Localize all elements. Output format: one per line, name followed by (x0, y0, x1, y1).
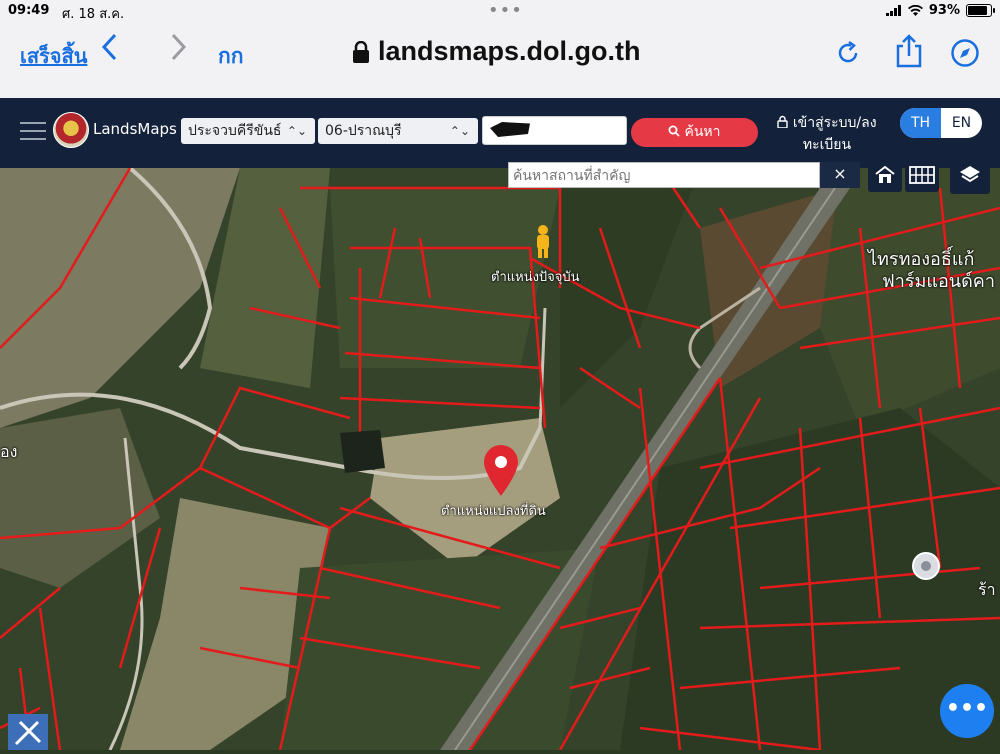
forward-button[interactable] (170, 32, 188, 70)
status-right: 93% (885, 3, 995, 18)
text-size-button[interactable]: กก (218, 40, 243, 73)
language-toggle[interactable]: TH EN (900, 108, 982, 138)
login-line2: ทะเบียน (802, 137, 852, 153)
menu-icon[interactable] (20, 122, 46, 142)
browser-toolbar: เสร็จสิ้น กก landsmaps.dol.go.th (0, 24, 1000, 99)
chevron-left-icon (101, 33, 117, 61)
battery-percent: 93% (928, 3, 960, 18)
place-search-close-button[interactable]: × (820, 162, 860, 188)
address-bar[interactable]: landsmaps.dol.go.th (352, 36, 641, 67)
share-button[interactable] (895, 34, 923, 72)
search-button-label: ค้นหา (684, 124, 721, 140)
ios-status-bar: 09:49 ศ. 18 ส.ค. ••• 93% (0, 0, 1000, 24)
measure-tool-button[interactable] (8, 714, 48, 750)
grid-icon (909, 166, 935, 184)
search-icon (668, 125, 681, 137)
landsmaps-header: LandsMaps ประจวบคีรีขันธ์ ⌃⌄ 06-ปราณบุรี… (0, 98, 1000, 168)
home-button[interactable] (868, 158, 902, 192)
done-button[interactable]: เสร็จสิ้น (20, 40, 87, 72)
poi-label-2: ฟาร์มแอนด์คา (882, 271, 995, 292)
place-search-input[interactable] (508, 162, 820, 188)
district-value: 06-ปราณบุรี (325, 123, 402, 139)
ruler-pencil-icon (14, 720, 42, 746)
province-value: ประจวบคีรีขันธ์ (188, 123, 282, 139)
lock-icon (777, 115, 789, 129)
signal-icon (885, 5, 901, 16)
grid-button[interactable] (905, 158, 939, 192)
status-date: ศ. 18 ส.ค. (62, 7, 125, 22)
layers-button[interactable] (950, 156, 990, 194)
edge-label-right: ร้า (978, 580, 996, 599)
url-text: landsmaps.dol.go.th (378, 36, 641, 66)
login-link[interactable]: เข้าสู่ระบบ/ลง ทะเบียน (772, 112, 882, 156)
login-line1: เข้าสู่ระบบ/ลง (792, 115, 877, 131)
reload-icon (838, 40, 858, 63)
select-caret-icon: ⌃⌄ (286, 124, 307, 138)
reload-button[interactable] (835, 40, 861, 70)
map-view[interactable]: ตำแหน่งปัจจุบัน ตำแหน่งแปลงที่ดิน ไทรทอง… (0, 168, 1000, 750)
chevron-right-icon (171, 33, 187, 61)
satellite-map[interactable] (0, 168, 1000, 750)
district-select[interactable]: 06-ปราณบุรี ⌃⌄ (318, 118, 478, 144)
edge-label-left: อง (0, 442, 18, 461)
home-icon (875, 165, 895, 183)
share-icon (896, 34, 922, 68)
current-location-label: ตำแหน่งปัจจุบัน (491, 270, 580, 285)
back-button[interactable] (100, 32, 118, 70)
lang-en-button[interactable]: EN (941, 108, 982, 138)
department-logo (53, 112, 89, 148)
brand-name: LandsMaps (93, 120, 177, 138)
parcel-location-label: ตำแหน่งแปลงที่ดิน (441, 504, 546, 519)
poi-marker-icon[interactable] (912, 552, 940, 580)
select-caret-icon: ⌃⌄ (449, 124, 470, 138)
compass-icon (951, 39, 979, 67)
province-select[interactable]: ประจวบคีรีขันธ์ ⌃⌄ (181, 118, 315, 144)
multitask-dots-icon[interactable]: ••• (488, 0, 523, 21)
battery-icon (966, 4, 995, 17)
layers-icon (960, 166, 980, 183)
search-button[interactable]: ค้นหา (631, 118, 758, 147)
status-time: 09:49 (8, 3, 50, 18)
lock-icon (353, 40, 369, 63)
compass-button[interactable] (950, 38, 980, 72)
more-actions-button[interactable]: ••• (940, 684, 994, 738)
lang-th-button[interactable]: TH (900, 108, 941, 138)
wifi-icon (907, 5, 923, 16)
